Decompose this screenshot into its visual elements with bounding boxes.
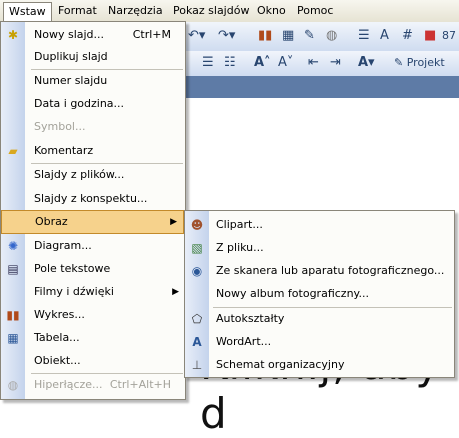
menu-bar: Wstaw Format Narzędzia Pokaz slajdów Okn… [0, 0, 459, 23]
menu-item-label: Slajdy z plików... [34, 168, 125, 181]
submenu-item-new-photo-album[interactable]: Nowy album fotograficzny... [185, 283, 454, 305]
submenu-item-label: WordArt... [216, 335, 272, 348]
submenu-item-label: Nowy album fotograficzny... [216, 287, 369, 300]
standard-toolbar: ↶▾ ↷▾ ▮▮ ▦ ✎ ◍ ☰ A # ■ 87 [180, 22, 459, 52]
increase-font-icon[interactable]: A˄ [254, 53, 271, 73]
submenu-item-org-chart[interactable]: ⊥ Schemat organizacyjny [185, 354, 454, 376]
insert-table-icon[interactable]: ▦ [282, 26, 294, 46]
grid-icon[interactable]: # [402, 26, 413, 46]
menu-item-comment[interactable]: ▰ Komentarz [1, 140, 185, 162]
projekt-button[interactable]: ✎ Projekt [394, 53, 445, 73]
projekt-label: Projekt [406, 56, 445, 69]
formatting-icon[interactable]: A [380, 26, 389, 46]
decrease-indent-icon[interactable]: ⇤ [308, 53, 319, 73]
menu-pomoc[interactable]: Pomoc [292, 2, 338, 19]
submenu-item-from-scanner[interactable]: ◉ Ze skanera lub aparatu fotograficznego… [185, 260, 454, 282]
new-slide-icon: ✱ [7, 28, 19, 42]
menu-item-label: Wykres... [34, 308, 85, 321]
menu-item-label: Pole tekstowe [34, 262, 111, 275]
menu-item-new-slide[interactable]: ✱ Nowy slajd... Ctrl+M [1, 24, 185, 46]
menu-item-textbox[interactable]: ▤ Pole tekstowe [1, 258, 185, 280]
numbering-icon[interactable]: ☰ [202, 53, 214, 73]
menu-item-label: Slajdy z konspektu... [34, 192, 148, 205]
menu-item-label: Diagram... [34, 239, 92, 252]
submenu-item-wordart[interactable]: A WordArt... [185, 331, 454, 353]
menu-item-chart[interactable]: ▮▮ Wykres... [1, 304, 185, 326]
menu-format[interactable]: Format [53, 2, 102, 19]
menu-item-label: Filmy i dźwięki [34, 285, 114, 298]
menu-item-diagram[interactable]: ✺ Diagram... [1, 235, 185, 257]
menu-item-label: Komentarz [34, 144, 94, 157]
hyperlink-icon: ◍ [7, 378, 19, 392]
menu-item-label: Obraz [35, 215, 68, 228]
picture-submenu: ☻ Clipart... ▧ Z pliku... ◉ Ze skanera l… [184, 210, 455, 378]
submenu-item-label: Ze skanera lub aparatu fotograficznego..… [216, 264, 445, 277]
picture-file-icon: ▧ [191, 241, 203, 255]
submenu-arrow-icon: ▶ [170, 217, 177, 227]
decrease-font-icon[interactable]: A˅ [278, 53, 293, 73]
menu-item-shortcut: Ctrl+M [132, 28, 171, 41]
submenu-item-label: Clipart... [216, 218, 263, 231]
menu-item-label: Tabela... [34, 331, 80, 344]
menu-item-hyperlink[interactable]: ◍ Hiperłącze... Ctrl+Alt+H [1, 374, 185, 396]
tables-borders-icon[interactable]: ✎ [304, 26, 315, 46]
menu-okno[interactable]: Okno [252, 2, 291, 19]
menu-item-symbol[interactable]: Symbol... [1, 116, 185, 138]
menu-item-shortcut: Ctrl+Alt+H [109, 378, 171, 391]
bullets-icon[interactable]: ☷ [224, 53, 236, 73]
autoshapes-icon: ⬠ [191, 312, 203, 326]
font-color-icon[interactable]: A▾ [358, 53, 375, 73]
clipart-icon: ☻ [190, 218, 204, 232]
insert-chart-icon[interactable]: ▮▮ [258, 26, 272, 46]
formatting-toolbar: ☰ ☷ A˄ A˅ ⇤ ⇥ A▾ ✎ Projekt [180, 51, 459, 77]
menu-narzedzia[interactable]: Narzędzia [103, 2, 168, 19]
diagram-icon: ✺ [7, 239, 19, 253]
textbox-icon: ▤ [7, 262, 19, 276]
increase-indent-icon[interactable]: ⇥ [330, 53, 341, 73]
menu-wstaw[interactable]: Wstaw [3, 2, 52, 21]
submenu-item-label: Autokształty [216, 312, 285, 325]
menu-item-movies-sounds[interactable]: Filmy i dźwięki ▶ [1, 281, 185, 303]
scanner-icon: ◉ [191, 264, 203, 278]
submenu-item-label: Schemat organizacyjny [216, 358, 345, 371]
wordart-icon: A [192, 335, 202, 349]
submenu-item-label: Z pliku... [216, 241, 264, 254]
menu-item-label: Obiekt... [34, 354, 81, 367]
color-icon[interactable]: ■ [424, 26, 436, 46]
redo-icon[interactable]: ↷▾ [218, 26, 235, 46]
menu-item-label: Nowy slajd... [34, 28, 105, 41]
pane-header [180, 76, 459, 98]
menu-item-duplicate-slide[interactable]: Duplikuj slajd [1, 46, 185, 68]
table-icon: ▦ [7, 331, 19, 345]
expand-all-icon[interactable]: ☰ [358, 26, 370, 46]
menu-item-object[interactable]: Obiekt... [1, 350, 185, 372]
menu-item-picture[interactable]: Obraz ▶ [1, 210, 184, 234]
menu-item-table[interactable]: ▦ Tabela... [1, 327, 185, 349]
submenu-item-autoshapes[interactable]: ⬠ Autokształty [185, 308, 454, 330]
org-chart-icon: ⊥ [191, 358, 203, 372]
menu-item-label: Hiperłącze... [34, 378, 103, 391]
zoom-box[interactable]: 87 [442, 26, 456, 46]
menu-item-label: Duplikuj slajd [34, 50, 108, 63]
submenu-item-clipart[interactable]: ☻ Clipart... [185, 214, 454, 236]
menu-item-slides-from-files[interactable]: Slajdy z plików... [1, 164, 185, 186]
menu-pokaz-slajdow[interactable]: Pokaz slajdów [168, 2, 254, 19]
submenu-arrow-icon: ▶ [172, 287, 179, 297]
undo-icon[interactable]: ↶▾ [188, 26, 205, 46]
menu-item-date-time[interactable]: Data i godzina... [1, 93, 185, 115]
menu-item-label: Symbol... [34, 120, 86, 133]
comment-icon: ▰ [8, 144, 18, 158]
chart-icon: ▮▮ [6, 308, 20, 322]
menu-item-label: Data i godzina... [34, 97, 125, 110]
submenu-item-from-file[interactable]: ▧ Z pliku... [185, 237, 454, 259]
menu-item-slides-from-outline[interactable]: Slajdy z konspektu... [1, 188, 185, 210]
menu-item-label: Numer slajdu [34, 74, 108, 87]
menu-item-slide-number[interactable]: Numer slajdu [1, 70, 185, 92]
hyperlink-tb-icon[interactable]: ◍ [326, 26, 337, 46]
insert-menu: ✱ Nowy slajd... Ctrl+M Duplikuj slajd Nu… [0, 21, 186, 400]
